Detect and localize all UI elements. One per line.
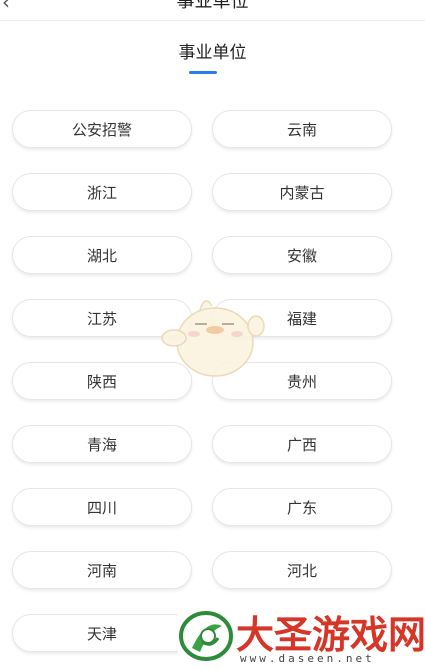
region-button-tianjin[interactable]: 天津 bbox=[12, 614, 192, 652]
region-button-henan[interactable]: 河南 bbox=[12, 551, 192, 589]
app-header: ‹ 事业单位 bbox=[0, 0, 425, 21]
site-watermark: 大圣游戏网 www.daseen.net bbox=[178, 602, 425, 670]
chick-mascot-icon bbox=[161, 300, 265, 377]
brand-name: 大圣游戏网 bbox=[236, 613, 425, 657]
region-button-yunnan[interactable]: 云南 bbox=[212, 110, 392, 148]
region-button-sichuan[interactable]: 四川 bbox=[12, 488, 192, 526]
tab-shiye-danwei[interactable]: 事业单位 bbox=[0, 38, 425, 63]
region-button-neimenggu[interactable]: 内蒙古 bbox=[212, 173, 392, 211]
brand-logo-icon bbox=[179, 611, 233, 661]
tab-active-indicator bbox=[189, 71, 217, 74]
region-button-zhejiang[interactable]: 浙江 bbox=[12, 173, 192, 211]
region-button-guangdong[interactable]: 广东 bbox=[212, 488, 392, 526]
header-title: 事业单位 bbox=[176, 0, 249, 12]
region-button-hubei[interactable]: 湖北 bbox=[12, 236, 192, 274]
region-button-hebei[interactable]: 河北 bbox=[212, 551, 392, 589]
region-button-guangxi[interactable]: 广西 bbox=[212, 425, 392, 463]
region-button-qinghai[interactable]: 青海 bbox=[12, 425, 192, 463]
brand-url: www.daseen.net bbox=[240, 652, 375, 665]
region-button-gongan-zhaojing[interactable]: 公安招警 bbox=[12, 110, 192, 148]
region-button-anhui[interactable]: 安徽 bbox=[212, 236, 392, 274]
